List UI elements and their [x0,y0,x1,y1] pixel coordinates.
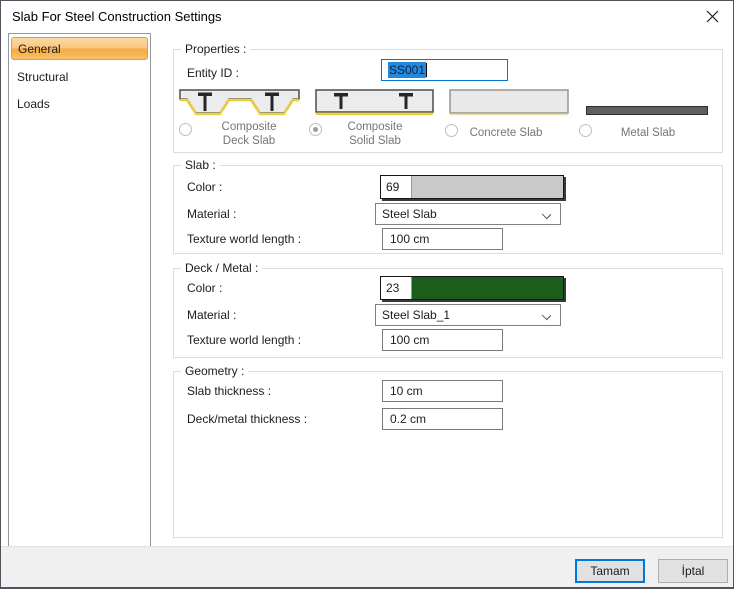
composite-deck-slab-icon[interactable] [179,89,300,117]
deck-color-label: Color : [187,281,222,296]
slab-material-select[interactable]: Steel Slab [375,203,561,225]
properties-group-label: Properties : [181,42,250,56]
deck-color-picker[interactable]: 23 [380,276,564,300]
metal-slab-label: Metal Slab [592,126,704,140]
composite-solid-slab-icon[interactable] [315,89,434,117]
deck-thickness-value: 0.2 cm [390,412,426,426]
sidebar-item-label: Structural [17,70,68,84]
entity-id-input[interactable]: SS001 [381,59,508,81]
deck-color-swatch [412,277,563,299]
composite-deck-slab-label: Composite Deck Slab [193,120,305,148]
slab-material-value: Steel Slab [382,207,437,221]
radio-composite-deck-slab[interactable] [179,123,192,136]
geometry-group-label: Geometry : [181,364,248,378]
slab-texture-label: Texture world length : [187,232,301,247]
entity-id-value: SS001 [388,62,426,78]
composite-solid-slab-label: Composite Solid Slab [319,120,431,148]
dialog-window: Slab For Steel Construction Settings Gen… [0,0,734,589]
properties-group: Properties : Entity ID : SS001 [173,49,723,153]
entity-id-label: Entity ID : [187,66,239,81]
sidebar-item-structural[interactable]: Structural [11,65,148,88]
deck-texture-label: Texture world length : [187,333,301,348]
cancel-button[interactable]: İptal [658,559,728,583]
slab-thickness-label: Slab thickness : [187,384,271,399]
slab-color-picker[interactable]: 69 [380,175,564,199]
ok-button[interactable]: Tamam [575,559,645,583]
category-list: General Structural Loads [8,33,151,549]
geometry-group: Geometry : Slab thickness : 10 cm Deck/m… [173,371,723,538]
chevron-down-icon [542,311,551,320]
concrete-slab-icon[interactable] [449,89,569,117]
slab-group-label: Slab : [181,158,220,172]
ok-button-label: Tamam [590,564,629,578]
slab-color-swatch [412,176,563,198]
sidebar-item-label: General [18,42,61,56]
deck-material-select[interactable]: Steel Slab_1 [375,304,561,326]
deck-material-value: Steel Slab_1 [382,308,450,322]
concrete-slab-label: Concrete Slab [450,126,562,140]
slab-thickness-value: 10 cm [390,384,423,398]
dialog-footer: Tamam İptal [1,546,733,587]
text-caret [426,63,427,77]
slab-texture-value: 100 cm [390,232,429,246]
deck-metal-group: Deck / Metal : Color : 23 Material : Ste… [173,268,723,358]
chevron-down-icon [542,210,551,219]
deck-thickness-label: Deck/metal thickness : [187,412,307,427]
sidebar-item-label: Loads [17,97,50,111]
close-icon [706,10,719,23]
deck-texture-value: 100 cm [390,333,429,347]
dialog-title: Slab For Steel Construction Settings [12,9,222,24]
close-button[interactable] [701,6,723,26]
metal-slab-icon[interactable] [586,106,708,115]
radio-metal-slab[interactable] [579,124,592,137]
deck-color-index: 23 [381,277,412,299]
slab-group: Slab : Color : 69 Material : Steel Slab … [173,165,723,254]
deck-thickness-input[interactable]: 0.2 cm [382,408,503,430]
sidebar-item-general[interactable]: General [11,37,148,60]
slab-material-label: Material : [187,207,236,222]
slab-thickness-input[interactable]: 10 cm [382,380,503,402]
deck-texture-input[interactable]: 100 cm [382,329,503,351]
slab-color-label: Color : [187,180,222,195]
deck-material-label: Material : [187,308,236,323]
sidebar-item-loads[interactable]: Loads [11,92,148,115]
cancel-button-label: İptal [682,564,705,578]
slab-color-index: 69 [381,176,412,198]
deck-metal-group-label: Deck / Metal : [181,261,262,275]
slab-texture-input[interactable]: 100 cm [382,228,503,250]
title-bar: Slab For Steel Construction Settings [1,1,733,31]
